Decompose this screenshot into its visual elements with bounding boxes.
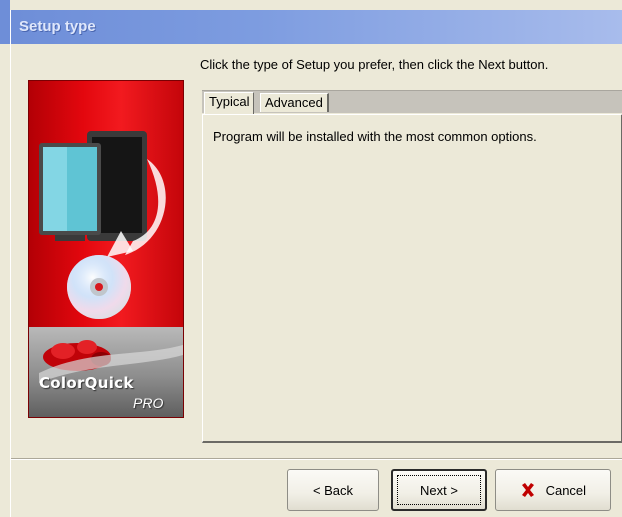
tab-strip: Typical Advanced (202, 90, 622, 114)
brand-edition: PRO (133, 395, 164, 411)
tab-advanced[interactable]: Advanced (260, 93, 329, 112)
tab-panel: Program will be installed with the most … (202, 114, 622, 443)
back-button[interactable]: < Back (287, 469, 379, 511)
setup-window: Setup type Click the type of Setup you p… (10, 10, 622, 517)
back-button-label: < Back (312, 482, 354, 498)
product-banner: ColorQuick PRO (28, 80, 184, 418)
brand-name: ColorQuick (39, 374, 134, 392)
title-bar[interactable]: Setup type (11, 10, 622, 44)
next-button[interactable]: Next > (391, 469, 487, 511)
cancel-button-label: Cancel (545, 483, 587, 498)
footer-divider (11, 458, 622, 460)
cd-disc-graphic (67, 255, 131, 319)
setup-description: Program will be installed with the most … (213, 129, 537, 144)
dialog-frame: Setup type Click the type of Setup you p… (0, 0, 622, 517)
instruction-text: Click the type of Setup you prefer, then… (200, 57, 549, 72)
window-title: Setup type (19, 18, 96, 35)
x-icon (520, 482, 536, 498)
next-button-label: Next > (420, 482, 458, 498)
cancel-button[interactable]: Cancel (495, 469, 611, 511)
tab-typical[interactable]: Typical (204, 92, 255, 114)
window-left-edge (0, 0, 10, 517)
